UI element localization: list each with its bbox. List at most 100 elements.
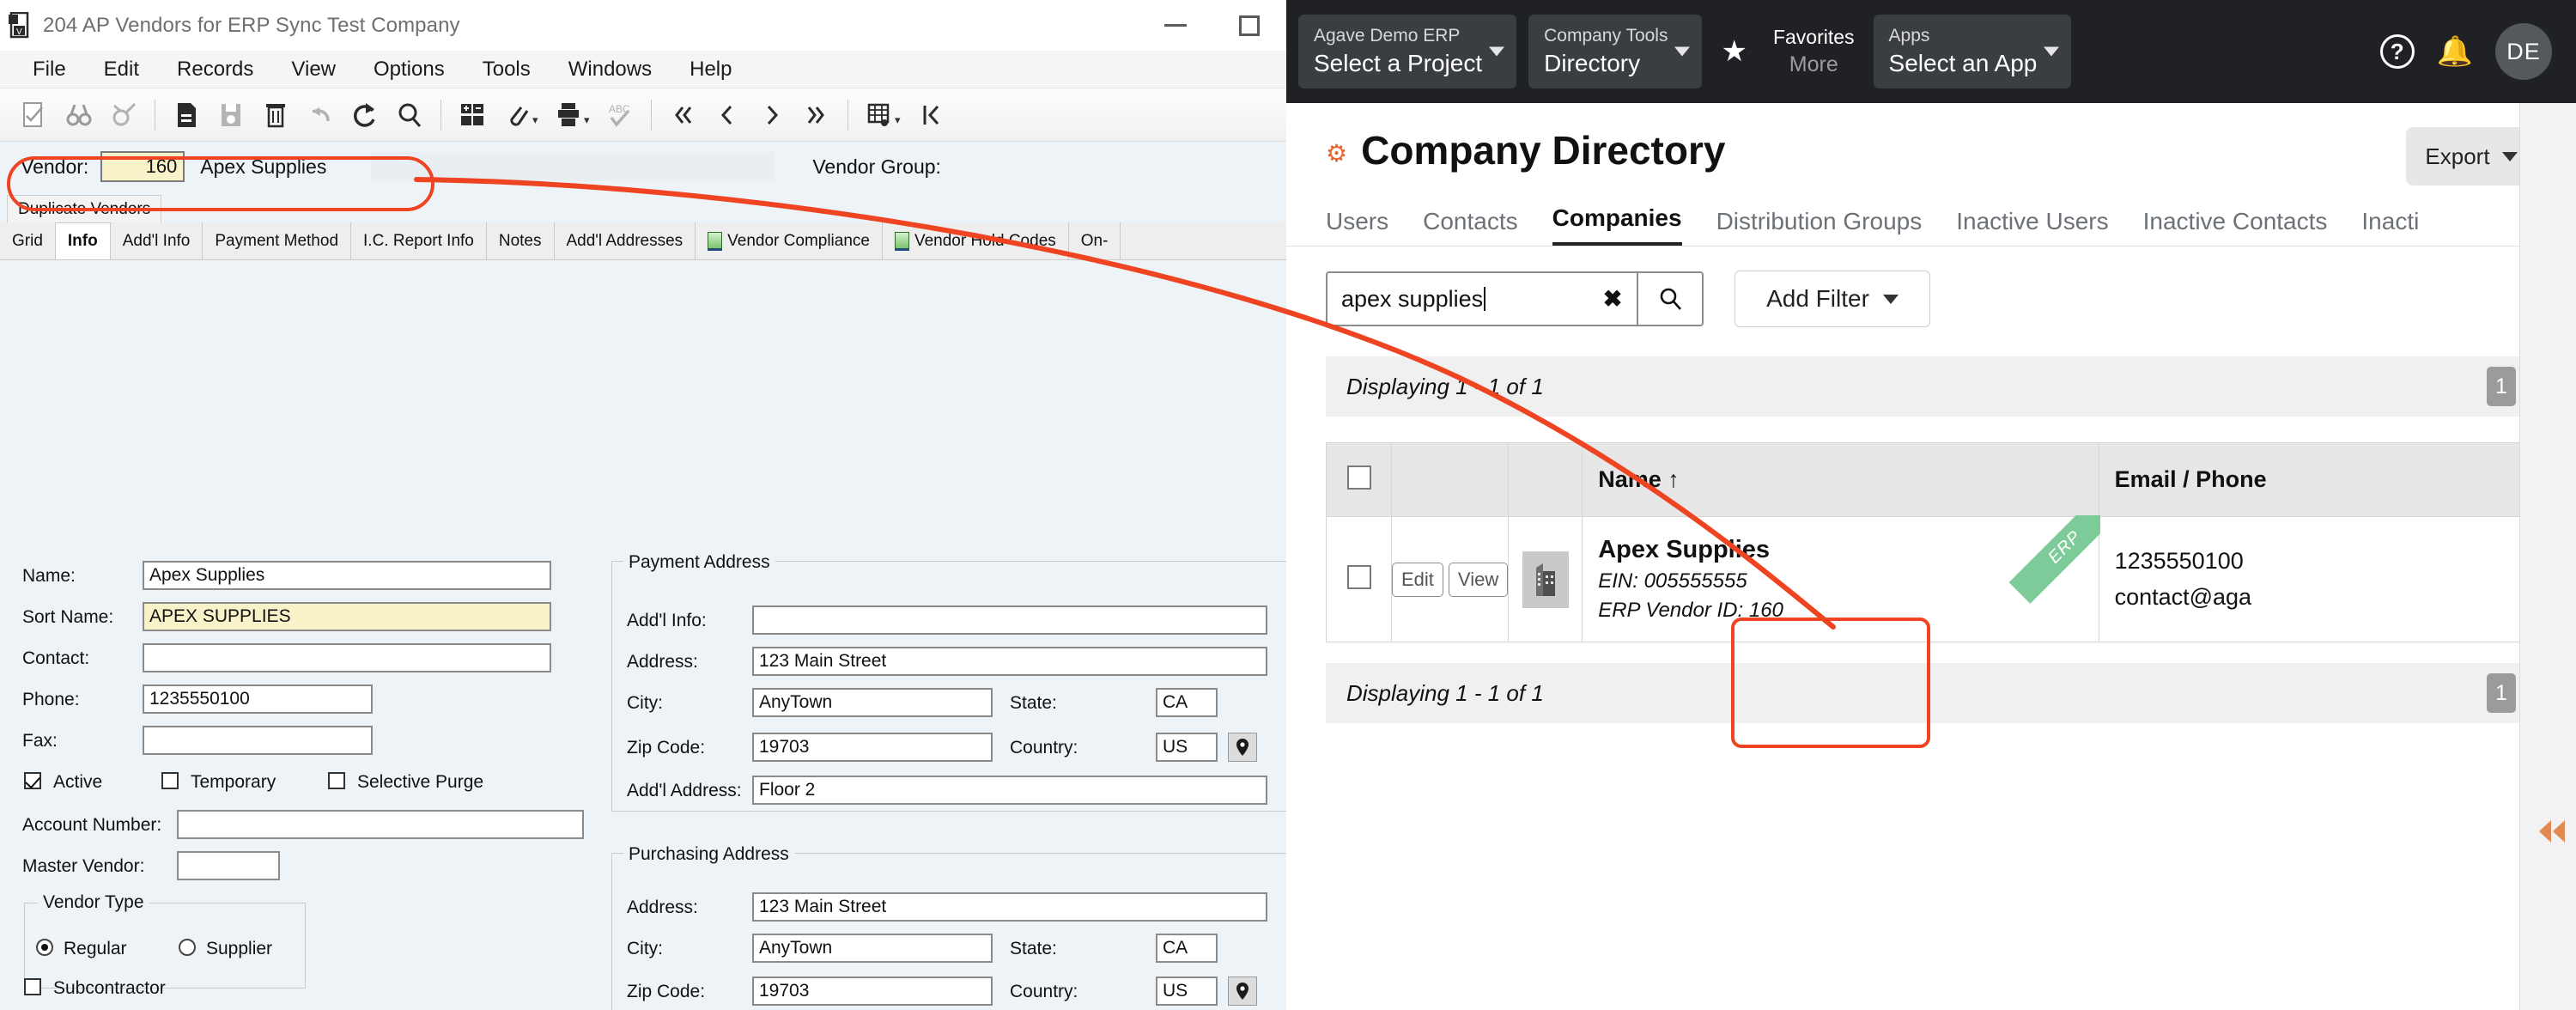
row-name-cell[interactable]: Apex Supplies EIN: 005555555 ERP Vendor …	[1582, 515, 2100, 642]
tab-addl-addresses[interactable]: Add'l Addresses	[554, 222, 696, 259]
tab-contacts[interactable]: Contacts	[1423, 208, 1518, 246]
payment-address-input[interactable]: 123 Main Street	[752, 647, 1267, 676]
vendor-type-regular-radio[interactable]	[36, 939, 53, 956]
vendor-type-supplier-radio[interactable]	[179, 939, 196, 956]
map-pin-icon[interactable]	[1228, 977, 1257, 1006]
sort-name-input[interactable]: APEX SUPPLIES	[143, 602, 551, 631]
search-icon[interactable]	[1637, 273, 1702, 325]
company-tools-selector[interactable]: Company Tools Directory	[1528, 15, 1703, 88]
email-phone-header[interactable]: Email / Phone	[2098, 442, 2537, 517]
gear-icon[interactable]: ⚙	[1326, 139, 1347, 167]
menu-tools[interactable]: Tools	[464, 54, 550, 85]
fax-input[interactable]	[143, 726, 373, 755]
minimize-icon[interactable]	[1139, 0, 1212, 51]
spellcheck-icon[interactable]: ABC	[598, 93, 642, 137]
tab-users[interactable]: Users	[1326, 208, 1388, 246]
page-number-top[interactable]: 1	[2487, 367, 2516, 406]
tab-companies[interactable]: Companies	[1552, 204, 1682, 246]
subcontractor-checkbox[interactable]	[24, 978, 41, 995]
purchasing-address-input[interactable]: 123 Main Street	[752, 892, 1267, 922]
menu-options[interactable]: Options	[355, 54, 464, 85]
menu-edit[interactable]: Edit	[85, 54, 158, 85]
purchasing-country-input[interactable]: US	[1156, 977, 1218, 1006]
menu-windows[interactable]: Windows	[550, 54, 671, 85]
calculator-icon[interactable]	[450, 93, 495, 137]
edit-button[interactable]: Edit	[1392, 562, 1443, 597]
purchasing-city-input[interactable]: AnyTown	[752, 934, 993, 963]
search-input-wrapper[interactable]: apex supplies	[1327, 273, 1589, 325]
tab-on-partial[interactable]: On-	[1068, 222, 1121, 259]
temporary-checkbox[interactable]	[161, 772, 179, 789]
tab-grid[interactable]: Grid	[0, 222, 56, 259]
tab-notes[interactable]: Notes	[486, 222, 555, 259]
selective-purge-checkbox[interactable]	[328, 772, 345, 789]
select-all-checkbox[interactable]	[1346, 465, 1371, 490]
purchasing-state-input[interactable]: CA	[1156, 934, 1218, 963]
account-number-input[interactable]	[177, 810, 584, 839]
payment-country-input[interactable]: US	[1156, 733, 1218, 762]
search-input[interactable]: apex supplies	[1341, 286, 1483, 313]
active-checkbox[interactable]	[24, 772, 41, 789]
delete-trash-icon[interactable]	[253, 93, 298, 137]
add-filter-button[interactable]: Add Filter	[1735, 271, 1930, 327]
apps-selector[interactable]: Apps Select an App	[1873, 15, 2072, 88]
first-record-icon[interactable]	[660, 93, 705, 137]
payment-zip-input[interactable]: 19703	[752, 733, 993, 762]
new-document-icon[interactable]	[164, 93, 209, 137]
table-row[interactable]: Edit View Apex Supplies EIN: 005555555 E…	[1326, 515, 2537, 642]
vendor-secondary-field[interactable]	[371, 152, 775, 181]
payment-state-input[interactable]: CA	[1156, 688, 1218, 717]
save-icon[interactable]	[209, 93, 253, 137]
project-selector[interactable]: Agave Demo ERP Select a Project	[1298, 15, 1517, 88]
menu-file[interactable]: File	[14, 54, 85, 85]
print-dropdown-caret-icon[interactable]: ▾	[584, 93, 596, 137]
view-button[interactable]: View	[1448, 562, 1509, 597]
payment-addl-address-input[interactable]: Floor 2	[752, 776, 1267, 805]
name-input[interactable]: Apex Supplies	[143, 561, 551, 590]
favorites-block[interactable]: Favorites More	[1766, 15, 1862, 88]
export-button[interactable]: Export	[2406, 127, 2537, 186]
tab-vendor-hold-codes[interactable]: Vendor Hold Codes	[882, 222, 1069, 259]
clear-x-icon[interactable]: ✖	[1589, 273, 1637, 325]
payment-addl-info-input[interactable]	[752, 605, 1267, 635]
page-number-bottom[interactable]: 1	[2487, 673, 2516, 713]
menu-view[interactable]: View	[272, 54, 355, 85]
tab-inactive-users[interactable]: Inactive Users	[1956, 208, 2108, 246]
tab-ic-report-info[interactable]: I.C. Report Info	[351, 222, 487, 259]
menu-records[interactable]: Records	[158, 54, 272, 85]
maximize-icon[interactable]	[1212, 0, 1286, 51]
menu-help[interactable]: Help	[671, 54, 750, 85]
tab-distribution-groups[interactable]: Distribution Groups	[1716, 208, 1923, 246]
contact-input[interactable]	[143, 643, 551, 672]
tab-inactive-partial[interactable]: Inacti	[2361, 208, 2419, 246]
attachment-dropdown-caret-icon[interactable]: ▾	[532, 93, 544, 137]
next-record-icon[interactable]	[750, 93, 794, 137]
favorites-more-label[interactable]: More	[1789, 52, 1838, 77]
tab-payment-method[interactable]: Payment Method	[203, 222, 352, 259]
collapse-rail-icon[interactable]	[2532, 816, 2570, 855]
goto-first-icon[interactable]	[908, 93, 953, 137]
undo-icon[interactable]	[298, 93, 343, 137]
purchasing-zip-input[interactable]: 19703	[752, 977, 993, 1006]
map-pin-icon[interactable]	[1228, 733, 1257, 762]
phone-input[interactable]: 1235550100	[143, 684, 373, 714]
refresh-icon[interactable]	[343, 93, 387, 137]
find-binoculars-icon[interactable]	[57, 93, 101, 137]
previous-record-icon[interactable]	[705, 93, 750, 137]
notification-bell-icon[interactable]: 🔔	[2437, 34, 2473, 69]
tab-info[interactable]: Info	[55, 222, 111, 259]
row-checkbox[interactable]	[1346, 565, 1371, 589]
help-icon[interactable]: ?	[2379, 34, 2415, 69]
grid-dropdown-caret-icon[interactable]: ▾	[895, 93, 907, 137]
tab-vendor-compliance[interactable]: Vendor Compliance	[696, 222, 883, 259]
tab-addl-info[interactable]: Add'l Info	[110, 222, 204, 259]
vendor-number-input[interactable]: 160	[100, 151, 185, 182]
payment-city-input[interactable]: AnyTown	[752, 688, 993, 717]
tab-inactive-contacts[interactable]: Inactive Contacts	[2143, 208, 2328, 246]
sort-ascending-icon[interactable]: ↑	[1668, 466, 1680, 492]
find-next-icon[interactable]	[101, 93, 146, 137]
master-vendor-input[interactable]	[177, 851, 280, 880]
last-record-icon[interactable]	[794, 93, 839, 137]
avatar[interactable]: DE	[2495, 23, 2552, 80]
search-box[interactable]: apex supplies ✖	[1326, 271, 1704, 326]
